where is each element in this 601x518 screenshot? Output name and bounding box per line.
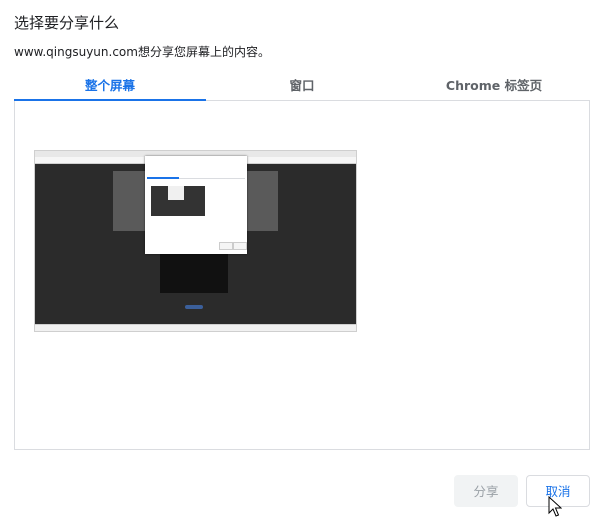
source-list-panel (14, 101, 590, 450)
thumb-mini-dialog (145, 156, 247, 254)
dialog-title: 选择要分享什么 (14, 14, 120, 32)
thumb-mini-preview-window (168, 186, 184, 200)
dialog-subtitle: www.qingsuyun.com想分享您屏幕上的内容。 (14, 45, 270, 59)
tab-window[interactable]: 窗口 (206, 72, 398, 100)
mouse-cursor-icon (548, 496, 562, 517)
thumb-taskbar (35, 324, 356, 331)
thumb-mini-tab-active (147, 177, 179, 179)
thumb-mini-cancel-button (233, 242, 247, 250)
screen-thumbnail[interactable] (35, 151, 356, 331)
thumb-black-block (160, 251, 228, 293)
share-button[interactable]: 分享 (454, 475, 518, 507)
tab-entire-screen[interactable]: 整个屏幕 (14, 72, 206, 101)
tab-chrome-tab[interactable]: Chrome 标签页 (398, 72, 590, 100)
thumb-blue-pill (185, 305, 203, 309)
thumb-grey-panel-left (113, 171, 145, 231)
thumb-mini-share-button (219, 242, 233, 250)
thumb-grey-panel-right (246, 171, 278, 231)
tab-bar: 整个屏幕 窗口 Chrome 标签页 (14, 72, 590, 101)
